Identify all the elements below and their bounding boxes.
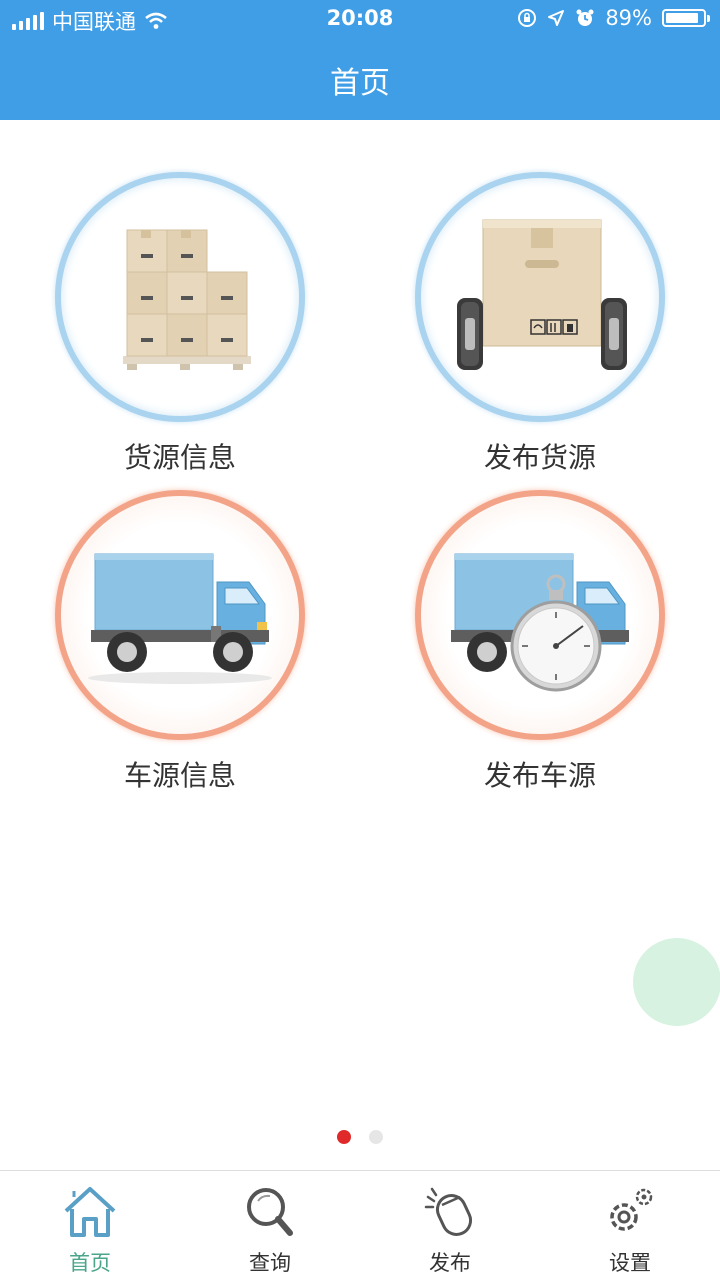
location-arrow-icon: [548, 10, 565, 26]
page-dot[interactable]: [337, 1130, 351, 1144]
tile-publish-cargo[interactable]: 发布货源: [410, 172, 670, 476]
tab-label: 查询: [249, 1251, 291, 1275]
truck-icon: [88, 553, 272, 684]
vehicle-info-circle: [55, 490, 305, 740]
alarm-clock-icon: [576, 9, 594, 26]
tab-search[interactable]: 查询: [180, 1171, 360, 1280]
bottom-tab-bar: 首页 查询 发布 设置: [0, 1170, 720, 1280]
floating-action-button[interactable]: [633, 938, 720, 1026]
status-bar: 中国联通 20:08 89%: [0, 0, 720, 38]
top-bar: 中国联通 20:08 89% 首页: [0, 0, 720, 120]
battery-icon: [662, 9, 710, 27]
tile-label: 车源信息: [123, 759, 236, 792]
tab-label: 发布: [429, 1251, 471, 1275]
tile-label: 发布货源: [483, 441, 596, 474]
battery-fill: [666, 13, 698, 23]
cargo-info-circle: [55, 172, 305, 422]
page-title: 首页: [330, 66, 390, 101]
home-icon: [64, 1187, 116, 1237]
gear-icon: [610, 1188, 653, 1231]
mouse-click-icon: [424, 1187, 473, 1236]
box-on-wheels-icon: [457, 219, 627, 370]
search-icon: [247, 1188, 293, 1236]
tab-home[interactable]: 首页: [0, 1171, 180, 1280]
tab-label: 首页: [69, 1251, 111, 1275]
page-indicator: [0, 1130, 720, 1144]
publish-cargo-circle: [415, 172, 665, 422]
tile-vehicle-info[interactable]: 车源信息: [50, 490, 310, 794]
home-screen: 中国联通 20:08 89% 首页 货源信息 发布货源 车源信息 发布车源 首页…: [0, 0, 720, 1280]
publish-vehicle-circle: [415, 490, 665, 740]
tab-settings[interactable]: 设置: [540, 1171, 720, 1280]
battery-percent: 89%: [605, 6, 652, 30]
truck-stopwatch-icon: [451, 553, 629, 692]
page-dot[interactable]: [369, 1130, 383, 1144]
rotation-lock-icon: [518, 9, 537, 27]
tile-label: 发布车源: [483, 759, 596, 792]
tab-label: 设置: [609, 1251, 651, 1275]
tile-cargo-info[interactable]: 货源信息: [50, 172, 310, 476]
tab-publish[interactable]: 发布: [360, 1171, 540, 1280]
tile-label: 货源信息: [123, 441, 236, 474]
cargo-boxes-icon: [123, 229, 251, 370]
tile-publish-vehicle[interactable]: 发布车源: [410, 490, 670, 794]
